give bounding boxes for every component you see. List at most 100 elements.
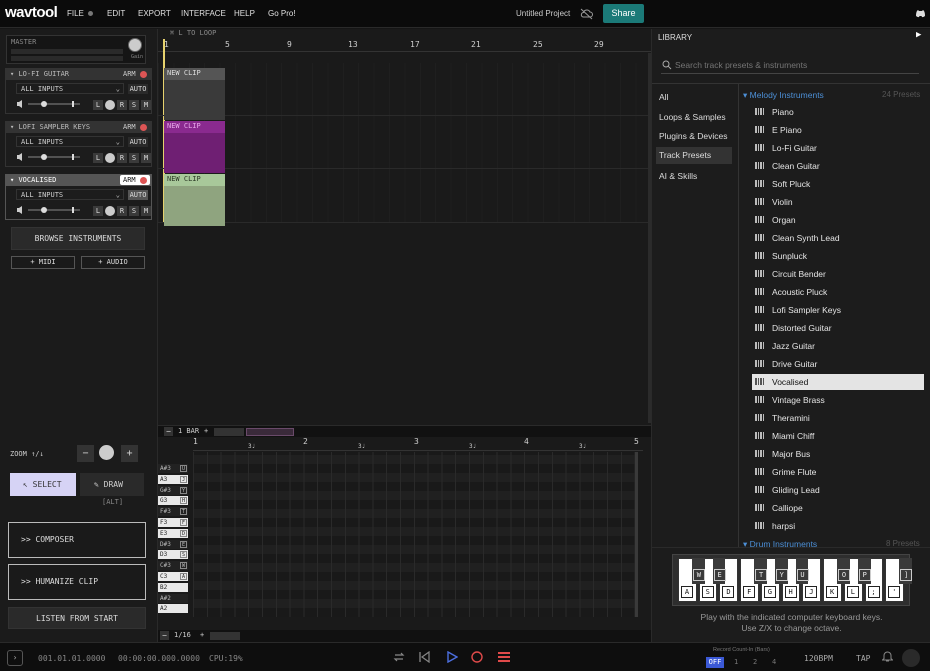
- preset-item[interactable]: Gliding Lead: [752, 482, 924, 498]
- preset-item[interactable]: Sunpluck: [752, 248, 924, 264]
- count-in-2[interactable]: 2: [753, 658, 757, 666]
- preset-item[interactable]: Vocalised: [752, 374, 924, 390]
- pan-left-button[interactable]: L: [93, 206, 103, 216]
- solo-button[interactable]: S: [129, 100, 139, 110]
- library-search[interactable]: [661, 56, 919, 74]
- preset-item[interactable]: harpsi: [752, 518, 924, 534]
- preset-item[interactable]: E Piano: [752, 122, 924, 138]
- track-vocalised[interactable]: ▾ VOCALISED ARM ALL INPUTS ⌄ AUTO L R S M: [5, 174, 152, 220]
- piano-key[interactable]: G#3 Y: [158, 485, 188, 495]
- section-melody-instruments[interactable]: ▾ Melody Instruments: [743, 90, 824, 101]
- track-lo-fi-guitar[interactable]: ▾ LO-FI GUITAR ARM ALL INPUTS ⌄ AUTO L R …: [5, 68, 152, 114]
- category-all[interactable]: All: [659, 92, 668, 102]
- share-button[interactable]: Share: [603, 4, 644, 23]
- time-display[interactable]: 00:00:00.000.0000: [118, 654, 200, 663]
- collapse-library-icon[interactable]: ▶: [916, 30, 921, 40]
- composer-button[interactable]: >> COMPOSER: [8, 522, 146, 558]
- discord-icon[interactable]: [915, 9, 926, 18]
- preset-item[interactable]: Lo-Fi Guitar: [752, 140, 924, 156]
- piano-key[interactable]: D#3 E: [158, 539, 188, 549]
- black-key[interactable]: T: [754, 558, 768, 584]
- piano-roll[interactable]: 1 3♩ 2 3♩ 3 3♩ 4 3♩ 5 A#3 U A3 J G#3 Y G3 H F#3 T…: [158, 437, 651, 642]
- preset-item[interactable]: Piano: [752, 104, 924, 120]
- humanize-clip-button[interactable]: >> HUMANIZE CLIP: [8, 564, 146, 600]
- bpm-display[interactable]: 120BPM: [804, 654, 833, 663]
- menu-go-pro[interactable]: Go Pro!: [268, 9, 296, 18]
- clip-vocalised[interactable]: NEW CLIP: [164, 174, 225, 226]
- piano-key[interactable]: A#3 U: [158, 464, 188, 473]
- rewind-icon[interactable]: [418, 651, 430, 663]
- mute-button[interactable]: M: [141, 100, 151, 110]
- arm-button[interactable]: ARM: [120, 175, 150, 185]
- clip-lofi-sampler-keys[interactable]: NEW CLIP: [164, 121, 225, 173]
- timeline-ruler[interactable]: 1 5 9 13 17 21 25 29: [158, 39, 651, 52]
- play-icon[interactable]: [446, 651, 458, 663]
- preset-item[interactable]: Jazz Guitar: [752, 338, 924, 354]
- preset-item[interactable]: Acoustic Pluck: [752, 284, 924, 300]
- zoom-minus-button[interactable]: −: [77, 445, 94, 462]
- master-gain-knob[interactable]: [128, 38, 142, 52]
- preset-item[interactable]: Miami Chiff: [752, 428, 924, 444]
- avatar[interactable]: [902, 649, 920, 667]
- grid-plus-button[interactable]: +: [200, 631, 204, 639]
- volume-slider[interactable]: [16, 152, 86, 162]
- zoom-in-button[interactable]: +: [204, 427, 208, 435]
- arm-button[interactable]: ARM: [123, 70, 147, 78]
- solo-button[interactable]: S: [129, 206, 139, 216]
- piano-key[interactable]: D3 S: [158, 550, 188, 560]
- piano-key[interactable]: F#3 T: [158, 507, 188, 517]
- piano-key[interactable]: A3 J: [158, 474, 188, 484]
- count-in-4[interactable]: 4: [772, 658, 776, 666]
- black-key[interactable]: E: [712, 558, 726, 584]
- menu-edit[interactable]: EDIT: [107, 9, 125, 18]
- expand-icon[interactable]: ›: [7, 650, 23, 666]
- piano-key[interactable]: C#3 W: [158, 561, 188, 571]
- preset-item[interactable]: Drive Guitar: [752, 356, 924, 372]
- pan-knob[interactable]: [105, 100, 115, 110]
- volume-slider[interactable]: [16, 99, 86, 109]
- preset-item[interactable]: Clean Guitar: [752, 158, 924, 174]
- preset-item[interactable]: Violin: [752, 194, 924, 210]
- zoom-plus-button[interactable]: +: [121, 445, 138, 462]
- pan-left-button[interactable]: L: [93, 153, 103, 163]
- add-midi-button[interactable]: + MIDI: [11, 256, 75, 269]
- track-lanes[interactable]: [158, 63, 651, 223]
- piano-key[interactable]: C3 A: [158, 572, 188, 581]
- black-key[interactable]: Y: [774, 558, 788, 584]
- mute-button[interactable]: M: [141, 206, 151, 216]
- black-key[interactable]: U: [795, 558, 809, 584]
- pan-knob[interactable]: [105, 206, 115, 216]
- piano-key[interactable]: G3 H: [158, 496, 188, 506]
- count-in-off[interactable]: OFF: [706, 657, 724, 668]
- preset-item[interactable]: Circuit Bender: [752, 266, 924, 282]
- on-screen-keyboard[interactable]: A S D F G H J K L; ' W E T Y U O P]: [672, 554, 913, 606]
- menu-help[interactable]: HELP: [234, 9, 255, 18]
- grid-resolution[interactable]: 1/16: [174, 631, 191, 639]
- piano-key[interactable]: B2: [158, 582, 188, 592]
- menu-file[interactable]: FILE: [67, 9, 93, 18]
- pan-right-button[interactable]: R: [117, 153, 127, 163]
- piano-key[interactable]: A#2: [158, 593, 188, 603]
- volume-slider[interactable]: [16, 205, 86, 215]
- preset-item[interactable]: Theramini: [752, 410, 924, 426]
- arrangement-view[interactable]: ⌘ L TO LOOP 1 5 9 13 17 21 25 29 NEW CLI…: [158, 29, 651, 437]
- black-key[interactable]: ]: [899, 558, 913, 584]
- pan-right-button[interactable]: R: [117, 100, 127, 110]
- preset-item[interactable]: Major Bus: [752, 446, 924, 462]
- note-grid[interactable]: [193, 452, 635, 617]
- project-name[interactable]: Untitled Project: [516, 9, 570, 18]
- arm-button[interactable]: ARM: [123, 123, 147, 131]
- bell-icon[interactable]: [882, 651, 893, 663]
- pan-left-button[interactable]: L: [93, 100, 103, 110]
- zoom-out-button[interactable]: −: [164, 427, 173, 436]
- add-audio-button[interactable]: + AUDIO: [81, 256, 145, 269]
- position-display[interactable]: 001.01.01.0000: [38, 654, 105, 663]
- pan-right-button[interactable]: R: [117, 206, 127, 216]
- piano-keys[interactable]: A#3 U A3 J G#3 Y G3 H F#3 T F3 F E3 D D#3 E D3 S C#3 W C3 A B2…: [158, 464, 188, 614]
- horizontal-scrollbar[interactable]: [246, 428, 294, 436]
- preset-item[interactable]: Organ: [752, 212, 924, 228]
- clip-lo-fi-guitar[interactable]: NEW CLIP: [164, 68, 225, 120]
- browse-instruments-button[interactable]: BROWSE INSTRUMENTS: [11, 227, 145, 250]
- menu-interface[interactable]: INTERFACE: [181, 9, 226, 18]
- piano-roll-ruler[interactable]: 1 3♩ 2 3♩ 3 3♩ 4 3♩ 5: [193, 437, 643, 451]
